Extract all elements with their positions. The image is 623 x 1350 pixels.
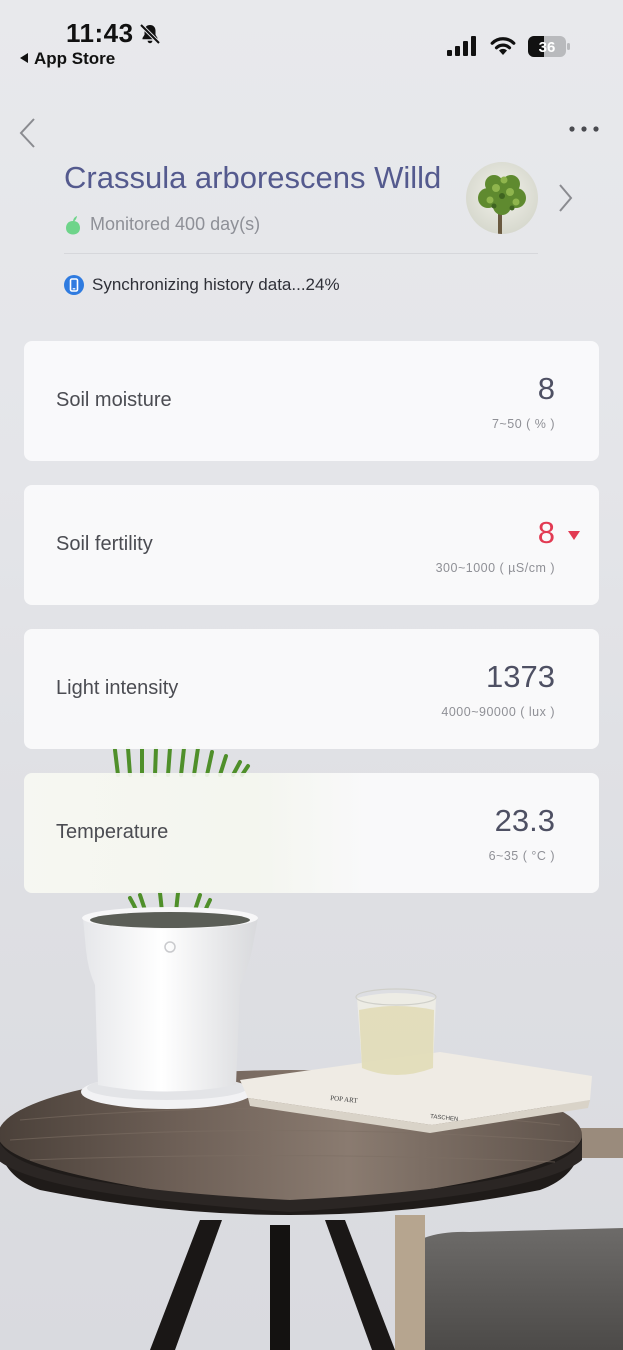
metric-label: Soil fertility xyxy=(56,533,153,555)
monitored-duration: Monitored 400 day(s) xyxy=(64,214,260,235)
plant-photo xyxy=(466,162,538,234)
wifi-icon xyxy=(490,37,516,55)
chair-seat xyxy=(395,1228,623,1350)
metric-range: 4000~90000 ( lux ) xyxy=(441,705,555,719)
back-app-label: App Store xyxy=(34,49,116,68)
sync-status: Synchronizing history data...24% xyxy=(64,275,340,295)
metric-card-soil-moisture[interactable]: Soil moisture 8 7~50 ( % ) xyxy=(24,341,599,461)
metric-value: 1373 xyxy=(486,659,555,694)
plant-pot xyxy=(83,911,258,1092)
plant-avatar[interactable] xyxy=(466,162,538,234)
plant-detail-chevron-icon[interactable] xyxy=(556,182,574,214)
metric-range: 7~50 ( % ) xyxy=(491,417,555,431)
metric-card-temperature[interactable]: Temperature 23.3 6~35 ( °C ) xyxy=(24,773,599,893)
metric-label: Temperature xyxy=(56,821,169,843)
metric-range: 300~1000 ( µS/cm ) xyxy=(435,561,555,575)
header-divider xyxy=(64,253,538,254)
metric-value: 8 xyxy=(537,371,555,406)
monitored-text: Monitored 400 day(s) xyxy=(90,214,261,234)
bell-off-icon xyxy=(139,23,161,45)
below-range-indicator-icon xyxy=(568,531,580,540)
metric-card-light-intensity[interactable]: Light intensity 1373 4000~90000 ( lux ) xyxy=(24,629,599,749)
phone-sync-icon xyxy=(64,275,84,295)
metric-label: Soil moisture xyxy=(56,389,172,411)
metric-range: 6~35 ( °C ) xyxy=(488,849,555,863)
more-options-icon[interactable] xyxy=(568,122,600,136)
cellular-signal-icon xyxy=(447,36,476,56)
table-leg xyxy=(270,1225,290,1350)
back-to-app-store[interactable]: App Store xyxy=(20,49,115,69)
metric-value-alert: 8 xyxy=(537,515,555,550)
table-leg xyxy=(325,1220,395,1350)
plant-sprout-icon xyxy=(66,215,80,234)
battery-level: 36 xyxy=(539,39,556,56)
table-leg xyxy=(150,1220,222,1350)
metric-card-soil-fertility[interactable]: Soil fertility 8 300~1000 ( µS/cm ) xyxy=(24,485,599,605)
metric-label: Light intensity xyxy=(56,677,179,699)
battery-icon: 36 xyxy=(528,36,570,57)
metric-value: 23.3 xyxy=(494,803,555,838)
sync-text: Synchronizing history data...24% xyxy=(92,275,340,294)
plant-name: Crassula arborescens Willd xyxy=(64,160,442,195)
back-chevron-icon[interactable] xyxy=(16,116,40,150)
status-bar: 11:43 App Store 36 xyxy=(0,0,623,80)
status-time: 11:43 xyxy=(66,18,134,48)
back-triangle-icon xyxy=(20,53,28,63)
